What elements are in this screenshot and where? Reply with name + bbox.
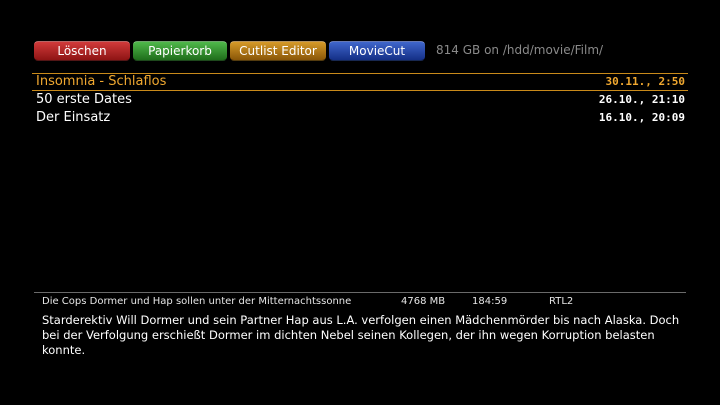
info-divider — [34, 292, 686, 293]
red-key-delete-button[interactable]: Löschen — [34, 41, 130, 61]
movie-row[interactable]: 50 erste Dates 26.10., 21:10 — [32, 91, 688, 109]
movie-list: Insomnia - Schlaflos 30.11., 2:50 50 ers… — [32, 73, 688, 127]
movie-title: 50 erste Dates — [36, 92, 132, 107]
movie-info-meta: Die Cops Dormer und Hap sollen unter der… — [42, 296, 682, 310]
movie-row-selected[interactable]: Insomnia - Schlaflos 30.11., 2:50 — [32, 73, 688, 91]
green-key-trash-button[interactable]: Papierkorb — [133, 41, 227, 61]
movie-title: Insomnia - Schlaflos — [36, 74, 167, 89]
movie-channel: RTL2 — [549, 296, 574, 307]
color-key-bar: Löschen Papierkorb Cutlist Editor MovieC… — [34, 40, 428, 62]
movie-list-screen: Löschen Papierkorb Cutlist Editor MovieC… — [0, 0, 720, 405]
movie-row[interactable]: Der Einsatz 16.10., 20:09 — [32, 109, 688, 127]
movie-date: 26.10., 21:10 — [598, 93, 685, 106]
movie-short-description: Die Cops Dormer und Hap sollen unter der… — [42, 296, 352, 307]
disk-space-info: 814 GB on /hdd/movie/Film/ — [436, 43, 604, 57]
movie-length: 184:59 — [472, 296, 508, 307]
yellow-key-cutlist-editor-button[interactable]: Cutlist Editor — [230, 41, 326, 61]
movie-description: Starderektiv Will Dormer und sein Partne… — [42, 313, 680, 357]
movie-file-size: 4768 MB — [401, 296, 446, 307]
blue-key-moviecut-button[interactable]: MovieCut — [329, 41, 425, 61]
movie-title: Der Einsatz — [36, 110, 111, 125]
movie-date: 16.10., 20:09 — [598, 111, 685, 124]
movie-date: 30.11., 2:50 — [605, 75, 685, 88]
